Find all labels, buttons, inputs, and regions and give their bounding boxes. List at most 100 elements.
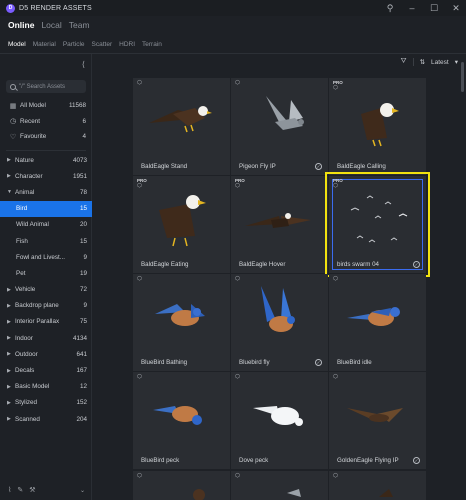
asset-card[interactable]: ⬡: [231, 471, 328, 500]
tree-item-pet[interactable]: Pet 19: [0, 265, 92, 281]
asset-name: birds swarm 04: [337, 261, 379, 268]
asset-name: BaldEagle Hover: [239, 261, 286, 268]
asset-card-selected[interactable]: PRO ⬡ birds swarm 04 ✓: [325, 172, 430, 277]
tab-material[interactable]: Material: [33, 41, 56, 48]
chevron-right-icon: ▶: [7, 286, 11, 293]
asset-card[interactable]: PRO ⬡ BaldEagle Hover: [231, 176, 328, 273]
downloaded-check-icon: ✓: [315, 163, 322, 170]
tree-item-wild-animal[interactable]: Wild Animal 20: [0, 217, 92, 233]
tab-terrain[interactable]: Terrain: [142, 41, 162, 48]
tab-scatter[interactable]: Scatter: [92, 41, 113, 48]
chevron-right-icon: ▶: [7, 318, 11, 325]
expand-down-icon[interactable]: ⌄: [80, 487, 85, 494]
tree-count: 152: [76, 399, 87, 407]
tree-label: Animal: [15, 188, 35, 196]
tree-label: Outdoor: [15, 350, 38, 358]
asset-card[interactable]: ⬡ BaldEagle Stand: [133, 78, 230, 175]
tree-label: Stylized: [15, 399, 38, 407]
asset-thumbnail: [245, 213, 311, 228]
nav-all-model[interactable]: ▦ All Model 11568: [0, 98, 92, 114]
asset-name: Bluebird fly: [239, 359, 270, 366]
tree-label: Nature: [15, 156, 34, 164]
tree-item-fish[interactable]: Fish 15: [0, 233, 92, 249]
tree-label: Bird: [16, 205, 28, 213]
asset-card[interactable]: ⬡ BlueBird Bathing: [133, 274, 230, 371]
tab-hdri[interactable]: HDRI: [119, 41, 135, 48]
tree-item-stylized[interactable]: ▶ Stylized 152: [0, 395, 92, 411]
tree-label: Vehicle: [15, 286, 36, 294]
asset-card[interactable]: ⬡: [133, 471, 230, 500]
tree-label: Scanned: [15, 415, 40, 423]
tree-label: Decals: [15, 367, 35, 375]
tree-label: Pet: [16, 269, 26, 277]
tree-item-character[interactable]: ▶ Character 1951: [0, 168, 92, 184]
asset-name: Pigeon Fly IP: [239, 163, 276, 170]
asset-card[interactable]: PRO ⬡ BaldEagle Eating: [133, 176, 230, 273]
tree-item-outdoor[interactable]: ▶ Outdoor 641: [0, 346, 92, 362]
search-placeholder: "/" Search Assets: [19, 83, 65, 90]
sort-dropdown[interactable]: Latest: [431, 59, 449, 66]
app-logo-icon: D: [6, 3, 15, 13]
search-input[interactable]: "/" Search Assets: [6, 80, 86, 93]
scrollbar[interactable]: [461, 62, 464, 92]
asset-thumbnail: [347, 408, 403, 422]
tree-count: 9: [83, 253, 87, 261]
tree-item-interior-parallax[interactable]: ▶ Interior Parallax 75: [0, 314, 92, 330]
tab-team[interactable]: Team: [69, 20, 90, 30]
chevron-right-icon: ▶: [7, 173, 11, 180]
asset-thumbnail: [193, 489, 205, 500]
asset-thumbnail: [287, 489, 301, 497]
tree-item-nature[interactable]: ▶ Nature 4073: [0, 152, 92, 168]
asset-card[interactable]: ⬡ GoldenEagle Flying IP ✓: [329, 372, 426, 469]
tab-model[interactable]: Model: [8, 41, 26, 48]
pin-icon[interactable]: ⚲: [384, 2, 396, 14]
tree-item-bird[interactable]: Bird 15: [0, 200, 92, 217]
tree-item-indoor[interactable]: ▶ Indoor 4134: [0, 330, 92, 346]
tree-count: 12: [79, 383, 87, 391]
nav-recent[interactable]: ◷ Recent 6: [0, 114, 92, 130]
asset-name: Dove peck: [239, 457, 269, 464]
downloaded-check-icon: ✓: [413, 261, 420, 268]
chevron-right-icon: ▶: [7, 367, 11, 374]
asset-card[interactable]: ⬡ BlueBird peck: [133, 372, 230, 469]
category-tabs: Model Material Particle Scatter HDRI Ter…: [8, 41, 162, 48]
chevron-right-icon: ▶: [7, 416, 11, 423]
asset-name: BlueBird Bathing: [141, 359, 188, 366]
asset-card[interactable]: ⬡ Dove peck: [231, 372, 328, 469]
sidebar: ⟨ "/" Search Assets ▦ All Model 11568 ◷ …: [0, 54, 92, 500]
asset-thumbnail: [261, 286, 295, 332]
tree-label: Basic Model: [15, 383, 50, 391]
tab-local[interactable]: Local: [41, 20, 61, 30]
asset-card[interactable]: ⬡ BlueBird idle: [329, 274, 426, 371]
asset-thumbnail: [379, 489, 393, 497]
asset-name: BlueBird idle: [337, 359, 372, 366]
tree-label: Indoor: [15, 334, 33, 342]
wand-icon[interactable]: ⚒: [29, 486, 35, 494]
tree-item-fowl[interactable]: Fowl and Livest... 9: [0, 249, 92, 265]
asset-card[interactable]: ⬡: [329, 471, 426, 500]
asset-card[interactable]: ⬡ Bluebird fly ✓: [231, 274, 328, 371]
edit-icon[interactable]: ✎: [17, 486, 23, 494]
asset-name: GoldenEagle Flying IP: [337, 457, 399, 464]
tree-item-scanned[interactable]: ▶ Scanned 204: [0, 411, 92, 427]
asset-card[interactable]: PRO ⬡ BaldEagle Calling: [329, 78, 426, 175]
tab-particle[interactable]: Particle: [63, 41, 85, 48]
tree-label: Backdrop plane: [15, 302, 59, 310]
tab-online[interactable]: Online: [8, 20, 34, 30]
collapse-sidebar-icon[interactable]: ⟨: [82, 60, 85, 69]
minimize-icon[interactable]: –: [406, 2, 418, 14]
close-icon[interactable]: ✕: [450, 2, 462, 14]
maximize-icon[interactable]: ☐: [428, 2, 440, 14]
nav-favourite[interactable]: ♡ Favourite 4: [0, 129, 92, 145]
filter-icon[interactable]: ⛛: [401, 58, 407, 66]
tree-item-backdrop-plane[interactable]: ▶ Backdrop plane 9: [0, 298, 92, 314]
asset-toolbar: ⛛ ⇅ Latest ▾: [401, 58, 458, 66]
tree-item-animal[interactable]: ▼ Animal 78: [0, 184, 92, 200]
tree-item-vehicle[interactable]: ▶ Vehicle 72: [0, 282, 92, 298]
tree-item-decals[interactable]: ▶ Decals 167: [0, 362, 92, 378]
chevron-right-icon: ▶: [7, 399, 11, 406]
asset-card[interactable]: ⬡ Pigeon Fly IP ✓: [231, 78, 328, 175]
brush-icon[interactable]: ⌇: [8, 486, 11, 494]
tree-item-basic-model[interactable]: ▶ Basic Model 12: [0, 379, 92, 395]
sidebar-tools: ⌇ ✎ ⚒: [8, 486, 36, 494]
